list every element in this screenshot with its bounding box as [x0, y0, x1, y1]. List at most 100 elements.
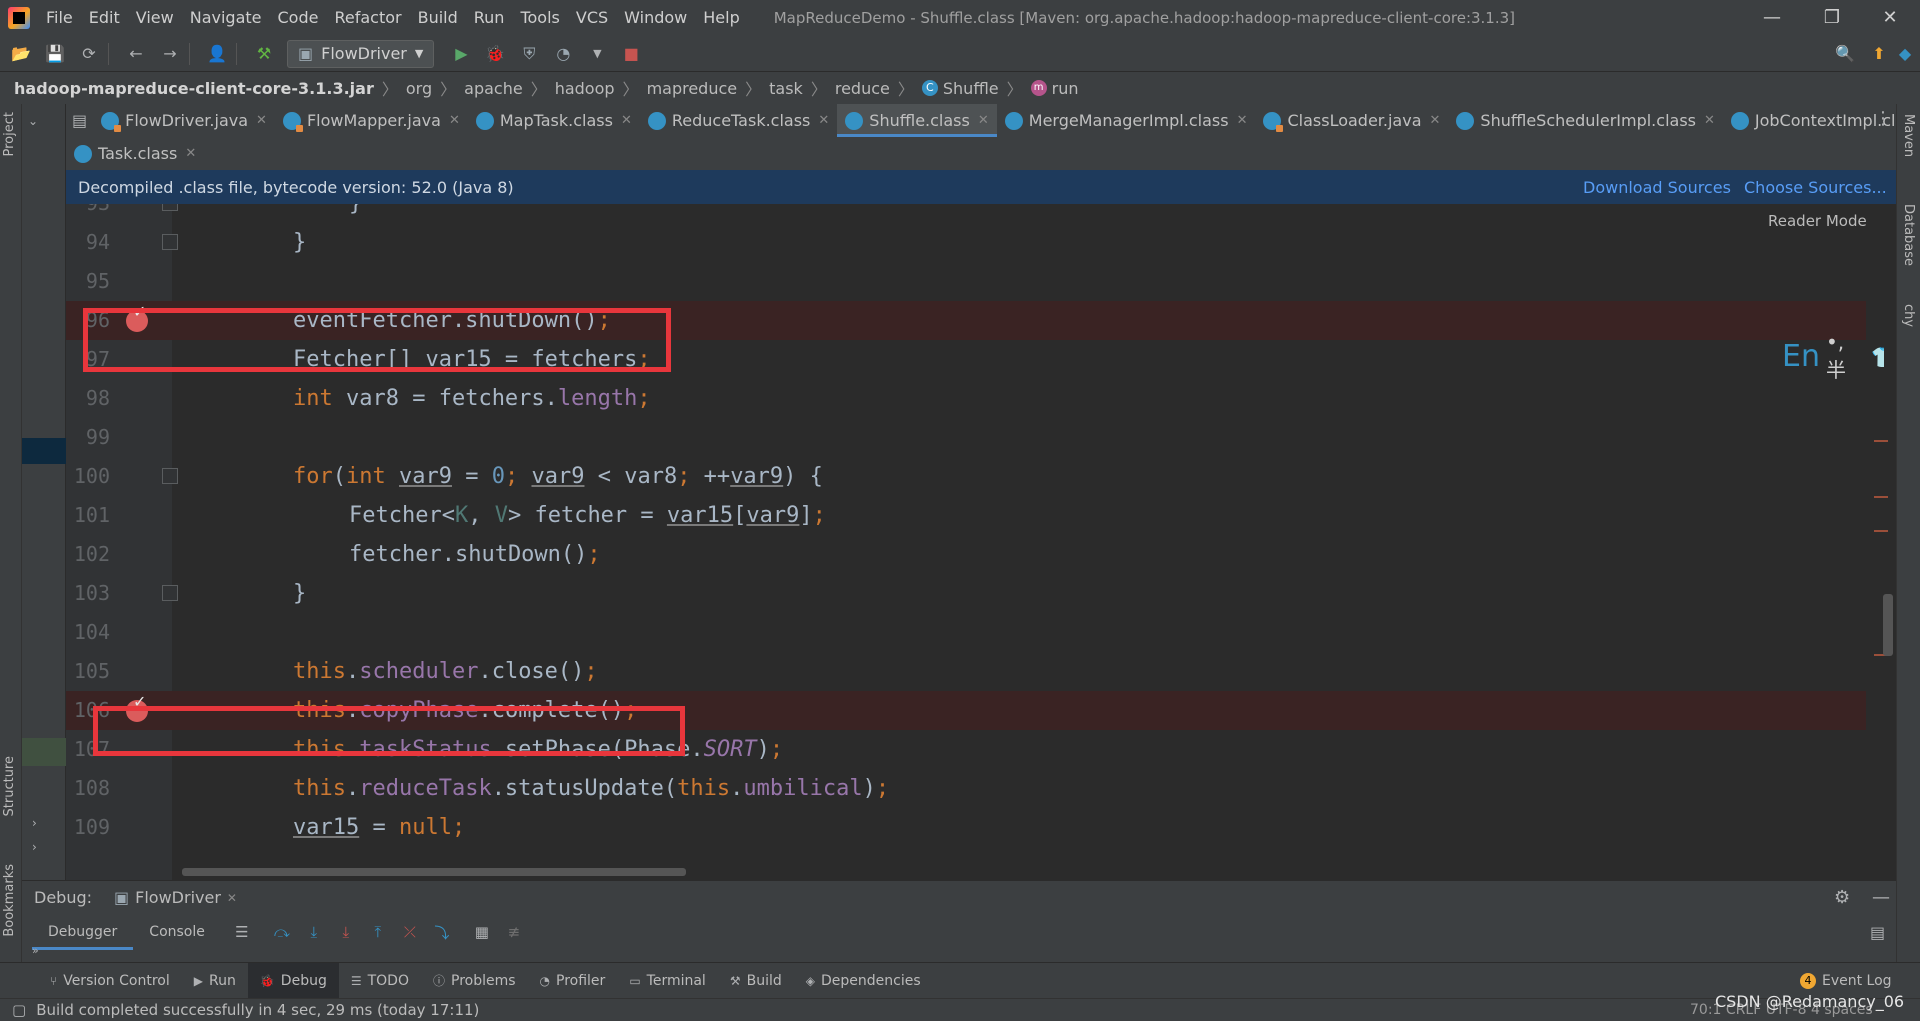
breadcrumb-shuffle[interactable]: C Shuffle 〉 [921, 76, 1031, 100]
menu-tools[interactable]: Tools [514, 0, 569, 36]
breadcrumb-task[interactable]: task 〉 [769, 76, 835, 100]
menu-help[interactable]: Help [697, 0, 749, 36]
toolwindow-build[interactable]: ⚒ Build [718, 963, 794, 999]
tab-shuffle-class[interactable]: Shuffle.class ✕ [837, 104, 998, 137]
expand-arrow-icon[interactable]: › [32, 816, 37, 830]
breadcrumb-org[interactable]: org 〉 [406, 76, 464, 100]
stop-icon[interactable]: ■ [618, 41, 644, 67]
breadcrumb-mapreduce[interactable]: mapreduce 〉 [647, 76, 770, 100]
forward-icon[interactable]: → [157, 41, 183, 67]
user-icon[interactable]: 👤 [204, 41, 230, 67]
toolwindow-problems[interactable]: ⓘ Problems [421, 963, 528, 999]
breadcrumb-apache[interactable]: apache 〉 [464, 76, 555, 100]
breadcrumb-jar[interactable]: hadoop-mapreduce-client-core-3.1.3.jar 〉 [14, 76, 406, 100]
tab-debugger[interactable]: Debugger [32, 914, 134, 950]
code-line[interactable]: 95 [66, 262, 1866, 301]
code-line[interactable]: 105 this.scheduler.close(); [66, 652, 1866, 691]
toolwindow-version-control[interactable]: ⑂ Version Control [38, 963, 182, 999]
close-tab-icon[interactable]: ✕ [1237, 113, 1248, 128]
code-line[interactable]: 103 } [66, 574, 1866, 613]
evaluate-expression-icon[interactable]: ▦ [471, 921, 493, 943]
structure-tool-tab[interactable]: Structure [2, 756, 17, 816]
breadcrumb-hadoop[interactable]: hadoop 〉 [555, 76, 647, 100]
close-tab-icon[interactable]: ✕ [818, 113, 829, 128]
debug-session-tab[interactable]: ▣ FlowDriver ✕ [114, 881, 237, 915]
status-toggle-icon[interactable]: ▢ [12, 1001, 26, 1019]
hide-panel-icon[interactable]: — [1872, 887, 1890, 908]
minimize-icon[interactable]: — [1742, 0, 1802, 36]
download-sources-link[interactable]: Download Sources [1583, 178, 1731, 197]
close-tab-icon[interactable]: ✕ [978, 113, 989, 128]
step-into-icon[interactable]: ⤓ [303, 921, 325, 943]
code-line[interactable]: 102 fetcher.shutDown(); [66, 535, 1866, 574]
project-panel[interactable]: ⌄ › › [22, 104, 66, 880]
hierarchy-tool-tab[interactable]: chy [1901, 304, 1916, 327]
search-icon[interactable]: 🔍 [1832, 41, 1858, 67]
more-run-icon[interactable]: ▼ [584, 41, 610, 67]
step-over-icon[interactable]: ⤼ [271, 921, 293, 943]
horizontal-scroll-thumb[interactable] [182, 868, 686, 876]
code-line[interactable]: 93 } [66, 204, 1866, 223]
code-line[interactable]: 98 int var8 = fetchers.length; [66, 379, 1866, 418]
restore-icon[interactable]: ❐ [1802, 0, 1862, 36]
menu-code[interactable]: Code [272, 0, 329, 36]
layout-settings-icon[interactable]: ▤ [1870, 923, 1885, 942]
tab-maptask-class[interactable]: MapTask.class ✕ [468, 104, 640, 137]
run-to-cursor-icon[interactable]: ⤵ [431, 921, 453, 943]
toolwindow-debug[interactable]: 🐞 Debug [247, 962, 339, 999]
tab-reducetask-class[interactable]: ReduceTask.class ✕ [640, 104, 837, 137]
menu-vcs[interactable]: VCS [570, 0, 618, 36]
menu-edit[interactable]: Edit [83, 0, 130, 36]
close-tab-icon[interactable]: ✕ [1704, 113, 1715, 128]
more-tabs-icon[interactable]: ⋮ [1874, 108, 1892, 129]
tab-task-class[interactable]: Task.class ✕ [66, 137, 204, 170]
reader-mode-toggle[interactable]: Reader Mode [1768, 212, 1867, 230]
project-tool-tab[interactable]: Project [2, 112, 17, 156]
close-tab-icon[interactable]: ✕ [256, 113, 267, 128]
menu-list-icon[interactable]: ☰ [231, 921, 253, 943]
breadcrumb-run[interactable]: m run [1030, 79, 1079, 98]
maven-tool-tab[interactable]: Maven [1901, 114, 1916, 157]
step-out-icon[interactable]: ⤒ [367, 921, 389, 943]
build-hammer-icon[interactable]: ⚒ [251, 41, 277, 67]
tab-structure-icon[interactable]: ▤ [66, 104, 93, 137]
menu-view[interactable]: View [130, 0, 184, 36]
toolwindow-profiler[interactable]: ◔ Profiler [528, 963, 618, 999]
toolwindow-run[interactable]: ▶ Run [182, 963, 248, 999]
code-line[interactable]: 99 [66, 418, 1866, 457]
menu-file[interactable]: File [40, 0, 83, 36]
close-tab-icon[interactable]: ✕ [621, 113, 632, 128]
choose-sources-link[interactable]: Choose Sources... [1744, 178, 1887, 197]
updates-icon[interactable]: ⬆ [1866, 41, 1892, 67]
toolwindow-terminal[interactable]: ▭ Terminal [617, 963, 718, 999]
tab-console[interactable]: Console [133, 914, 221, 950]
run-configuration-dropdown[interactable]: ▣ FlowDriver ▼ [287, 39, 435, 68]
bookmarks-tool-tab[interactable]: Bookmarks [2, 864, 17, 937]
tab-mergemanagerimpl-class[interactable]: MergeManagerImpl.class ✕ [997, 104, 1256, 137]
coverage-icon[interactable]: ⛨ [516, 41, 542, 67]
tab-flowmapper-java[interactable]: FlowMapper.java ✕ [275, 104, 468, 137]
close-tab-icon[interactable]: ✕ [185, 146, 196, 161]
tab-shuffleschedulerimpl-class[interactable]: ShuffleSchedulerImpl.class ✕ [1448, 104, 1722, 137]
settings-gear-icon[interactable]: ⚙ [1834, 887, 1850, 908]
profile-icon[interactable]: ◔ [550, 41, 576, 67]
code-line[interactable]: 100 for(int var9 = 0; var9 < var8; ++var… [66, 457, 1866, 496]
menu-build[interactable]: Build [412, 0, 468, 36]
selected-tree-row[interactable] [22, 438, 66, 464]
code-line[interactable]: 108 this.reduceTask.statusUpdate(this.um… [66, 769, 1866, 808]
code-line[interactable]: 109 var15 = null; [66, 808, 1866, 847]
menu-window[interactable]: Window [618, 0, 697, 36]
fold-marker-icon[interactable] [162, 234, 178, 250]
run-icon[interactable]: ▶ [448, 41, 474, 67]
vertical-scroll-thumb[interactable] [1883, 594, 1893, 656]
save-all-icon[interactable]: 💾 [42, 41, 68, 67]
drop-frame-icon[interactable]: ⤫ [399, 921, 421, 943]
close-window-icon[interactable]: ✕ [1860, 0, 1920, 36]
menu-run[interactable]: Run [468, 0, 515, 36]
open-folder-icon[interactable]: 📂 [8, 41, 34, 67]
expand-arrow-icon[interactable]: › [32, 840, 37, 854]
close-tab-icon[interactable]: ✕ [1430, 113, 1441, 128]
fold-marker-icon[interactable] [162, 585, 178, 601]
vertical-scrollbar[interactable] [1884, 204, 1896, 880]
sync-icon[interactable]: ⟳ [76, 41, 102, 67]
